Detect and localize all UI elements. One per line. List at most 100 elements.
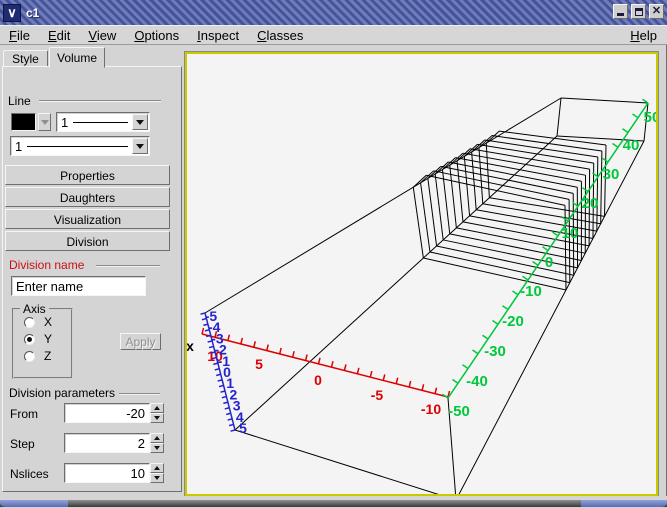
menu-inspect[interactable]: Inspect (188, 26, 248, 45)
spin-down-button[interactable] (150, 443, 164, 453)
axis-radio-x[interactable]: X (24, 315, 52, 329)
division-name-input[interactable]: Enter name (11, 276, 146, 296)
from-entry[interactable]: -20 (64, 403, 150, 423)
visualization-button[interactable]: Visualization (5, 209, 170, 229)
spin-up-button[interactable] (150, 403, 164, 413)
step-entry[interactable]: 2 (64, 433, 150, 453)
svg-text:-10: -10 (421, 401, 441, 417)
axis-x-label: X (44, 315, 52, 329)
line-color-value (12, 114, 35, 130)
axis-radio-y[interactable]: Y (24, 332, 52, 346)
chevron-down-icon (136, 120, 144, 125)
wireframe-3d-view: 1050-5-10x-50-40-30-20-1001020304050-5-4… (187, 54, 656, 494)
division-parameters-rule (119, 393, 160, 395)
line-width-preview (73, 122, 128, 123)
tab-volume[interactable]: Volume (49, 47, 105, 68)
line-style-combobox[interactable]: 1 (10, 136, 150, 156)
svg-text:-20: -20 (502, 313, 524, 330)
daughters-button[interactable]: Daughters (5, 187, 170, 207)
step-spinner (150, 433, 164, 453)
chevron-down-icon (136, 144, 144, 149)
menu-view[interactable]: View (79, 26, 125, 45)
spin-down-button[interactable] (150, 413, 164, 423)
window-menu-icon[interactable]: ∨ (3, 4, 21, 22)
menu-bar: File Edit View Options Inspect Classes H… (0, 25, 667, 45)
menu-classes[interactable]: Classes (248, 26, 312, 45)
step-label: Step (10, 437, 35, 451)
radio-icon (24, 351, 35, 362)
title-bar[interactable]: ∨ c1 ✕ (0, 0, 667, 25)
svg-text:-40: -40 (466, 373, 488, 390)
close-icon: ✕ (652, 6, 661, 17)
maximize-icon (635, 8, 643, 16)
window-corner-right[interactable] (581, 500, 667, 507)
nslices-entry[interactable]: 10 (64, 463, 150, 483)
svg-text:-5: -5 (371, 387, 384, 403)
radio-icon (24, 317, 35, 328)
volume-editor-panel: Style Volume Line 1 1 Properties Daughte… (1, 46, 184, 495)
arrow-up-icon (154, 406, 160, 410)
svg-text:30: 30 (603, 166, 620, 183)
spin-up-button[interactable] (150, 433, 164, 443)
line-color-swatch[interactable] (11, 113, 36, 131)
axis-z-label: Z (44, 349, 51, 363)
line-width-dropdown-button[interactable] (132, 114, 148, 130)
svg-text:x: x (187, 338, 194, 354)
menu-edit[interactable]: Edit (39, 26, 79, 45)
window-corner-left[interactable] (0, 500, 68, 507)
spin-up-button[interactable] (150, 463, 164, 473)
window-title: c1 (26, 6, 39, 20)
division-button[interactable]: Division (5, 231, 170, 251)
axis-y-label: Y (44, 332, 52, 346)
volume-tab-content: Line 1 1 Properties Daughters Visualizat… (2, 66, 182, 492)
maximize-button[interactable] (631, 4, 646, 19)
menu-help[interactable]: Help (624, 26, 663, 45)
spin-down-button[interactable] (150, 473, 164, 483)
svg-text:5: 5 (239, 420, 247, 436)
axis-radio-z[interactable]: Z (24, 349, 51, 363)
line-width-combobox[interactable]: 1 (56, 112, 150, 132)
menu-file[interactable]: File (0, 26, 39, 45)
arrow-down-icon (154, 416, 160, 420)
chevron-down-icon (41, 120, 49, 125)
svg-text:-30: -30 (484, 343, 506, 360)
apply-button[interactable]: Apply (120, 333, 161, 350)
arrow-down-icon (154, 446, 160, 450)
window-bottom-frame (0, 496, 667, 508)
line-color-dropdown-button[interactable] (38, 113, 51, 131)
nslices-label: Nslices (10, 467, 49, 481)
line-style-dropdown-button[interactable] (132, 138, 148, 154)
svg-text:40: 40 (623, 137, 640, 154)
axis-legend: Axis (20, 302, 49, 316)
division-parameters-label: Division parameters (9, 386, 115, 400)
tab-style[interactable]: Style (3, 50, 48, 67)
properties-button[interactable]: Properties (5, 165, 170, 185)
svg-text:0: 0 (314, 372, 322, 388)
radio-checked-icon (24, 334, 35, 345)
division-name-label: Division name (9, 258, 84, 272)
svg-text:5: 5 (255, 356, 263, 372)
arrow-up-icon (154, 436, 160, 440)
svg-text:-10: -10 (520, 283, 542, 300)
line-style-value: 1 (11, 139, 22, 154)
menu-options[interactable]: Options (125, 26, 188, 45)
minimize-button[interactable] (613, 4, 628, 19)
window-border-bar (0, 500, 667, 507)
root-canvas-window: { "window": { "title": "c1", "controls":… (0, 0, 667, 508)
svg-text:20: 20 (582, 195, 599, 212)
from-label: From (10, 407, 38, 421)
from-spinner (150, 403, 164, 423)
line-group-rule (39, 100, 161, 102)
close-button[interactable]: ✕ (649, 4, 664, 19)
arrow-down-icon (154, 476, 160, 480)
canvas-pad[interactable]: 1050-5-10x-50-40-30-20-1001020304050-5-4… (185, 52, 658, 496)
svg-text:-50: -50 (448, 403, 470, 420)
nslices-spinner (150, 463, 164, 483)
arrow-up-icon (154, 466, 160, 470)
line-style-preview (27, 146, 128, 147)
svg-text:50: 50 (644, 109, 656, 126)
svg-text:10: 10 (562, 225, 579, 242)
line-group-label: Line (8, 94, 31, 108)
line-width-value: 1 (57, 115, 68, 130)
division-name-rule (96, 265, 160, 267)
